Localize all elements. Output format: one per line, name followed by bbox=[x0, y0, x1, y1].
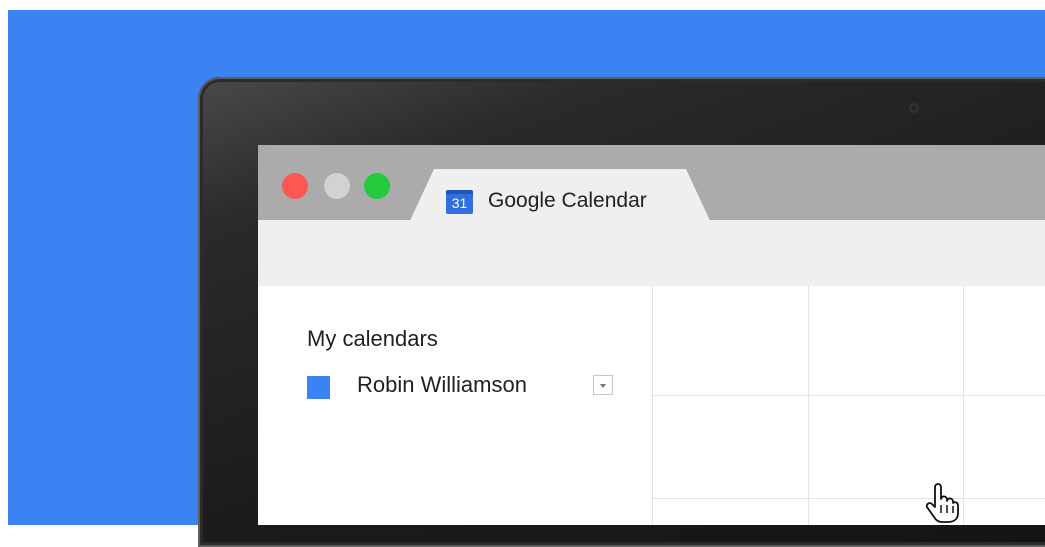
tab-title: Google Calendar bbox=[488, 189, 647, 212]
minimize-window-button[interactable] bbox=[324, 173, 350, 199]
calendar-icon-date: 31 bbox=[451, 195, 468, 211]
dropdown-arrow-icon[interactable] bbox=[593, 375, 613, 395]
close-window-button[interactable] bbox=[282, 173, 308, 199]
my-calendars-heading: My calendars bbox=[307, 326, 438, 351]
browser-window: 31 Google Calendar My calendars Robin Wi… bbox=[258, 145, 1045, 525]
grid-column-divider bbox=[808, 286, 809, 525]
grid-column-divider bbox=[963, 286, 964, 525]
grid-row-divider bbox=[653, 498, 1045, 499]
grid-row-divider bbox=[653, 395, 1045, 396]
hand-pointer-icon bbox=[924, 483, 960, 523]
browser-toolbar bbox=[258, 220, 1045, 286]
calendar-item-robin-williamson[interactable]: Robin Williamson bbox=[307, 370, 627, 404]
calendar-color-swatch[interactable] bbox=[307, 376, 330, 399]
webcam-icon bbox=[909, 103, 919, 113]
google-calendar-icon: 31 bbox=[446, 190, 473, 214]
calendar-sidebar: My calendars Robin Williamson bbox=[258, 286, 652, 525]
zoom-window-button[interactable] bbox=[364, 173, 390, 199]
tab-bar: 31 Google Calendar bbox=[258, 145, 1045, 225]
calendar-name: Robin Williamson bbox=[357, 372, 527, 397]
calendar-grid[interactable] bbox=[652, 286, 1045, 525]
